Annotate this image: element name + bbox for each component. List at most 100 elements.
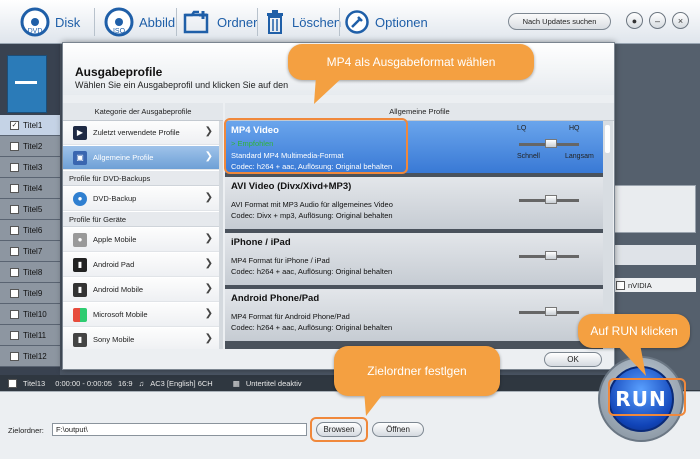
ok-button[interactable]: OK xyxy=(544,352,602,367)
callout-mp4: MP4 als Ausgabeformat wählen xyxy=(288,44,534,80)
category-column-header: Kategorie der Ausgabeprofile xyxy=(63,103,223,121)
category-sony-mobile[interactable]: ▮ Sony Mobile ❯ xyxy=(63,328,221,349)
subtitle-select[interactable]: Untertitel deaktiv xyxy=(246,379,302,388)
nvidia-label: nVIDIA xyxy=(628,280,652,290)
options-label: Optionen xyxy=(375,14,428,30)
open-button[interactable]: Öffnen xyxy=(372,422,424,437)
title-row-6[interactable]: Titel6 xyxy=(0,220,60,241)
category-dvd-backup[interactable]: ● DVD-Backup ❯ xyxy=(63,187,221,211)
toolbar-divider xyxy=(176,8,177,36)
toolbar-divider xyxy=(339,8,340,36)
output-folder-label: Zielordner: xyxy=(8,426,44,435)
folder-button[interactable]: Ordner xyxy=(182,6,257,38)
mp4-highlight xyxy=(224,118,408,174)
category-android-mobile[interactable]: ▮ Android Mobile ❯ xyxy=(63,278,221,302)
slider-handle[interactable] xyxy=(545,251,557,260)
audio-track-select[interactable]: AC3 [English] 6CH xyxy=(150,379,213,388)
checkbox[interactable] xyxy=(10,183,19,193)
play-icon: ▶ xyxy=(73,125,87,140)
disk-label: Disk xyxy=(55,14,81,30)
windows-icon xyxy=(73,307,87,322)
preview-dash xyxy=(15,81,37,84)
output-folder-input[interactable]: F:\output\ xyxy=(52,423,307,436)
checkbox[interactable] xyxy=(10,204,19,214)
phone-icon: ▮ xyxy=(73,282,87,297)
iso-label: Abbild xyxy=(139,14,176,30)
apple-icon: ● xyxy=(73,232,87,247)
slider-handle[interactable] xyxy=(545,307,557,316)
quality-slider[interactable] xyxy=(511,237,601,277)
toolbar-divider xyxy=(257,8,258,36)
callout-folder-pointer xyxy=(364,390,386,416)
tablet-icon: ▮ xyxy=(73,257,87,272)
checkbox[interactable] xyxy=(10,141,19,151)
trash-icon xyxy=(263,7,287,37)
checkbox[interactable] xyxy=(10,162,19,172)
title-row-3[interactable]: Titel3 xyxy=(0,157,60,178)
user-icon[interactable]: ● xyxy=(626,12,643,29)
nvidia-option[interactable]: nVIDIA xyxy=(612,278,696,292)
svg-text:ISO: ISO xyxy=(113,28,126,35)
dvd-disc-icon: DVD xyxy=(20,7,50,37)
profile-item-avi[interactable]: AVI Video (Divx/Xivd+MP3) AVI Format mit… xyxy=(225,177,603,231)
quality-slider[interactable] xyxy=(511,181,601,221)
settings-panel xyxy=(612,185,696,233)
slider-handle[interactable] xyxy=(545,139,557,148)
aspect-ratio: 16:9 xyxy=(117,378,133,388)
callout-run: Auf RUN klicken xyxy=(578,314,690,348)
checkbox[interactable] xyxy=(10,246,19,256)
dialog-subtitle: Wählen Sie ein Ausgabeprofil und klicken… xyxy=(75,80,289,90)
profile-item-android[interactable]: Android Phone/Pad MP4 Format für Android… xyxy=(225,289,603,343)
film-icon: ▣ xyxy=(73,150,87,165)
delete-button[interactable]: Löschen xyxy=(263,6,341,38)
checkbox[interactable] xyxy=(10,330,19,340)
category-general[interactable]: ▣ Allgemeine Profile ❯ xyxy=(63,146,221,170)
iso-button[interactable]: ISO Abbild xyxy=(104,6,175,38)
title-row-12[interactable]: Titel12 xyxy=(0,346,60,367)
profile-scrollbar-thumb[interactable] xyxy=(605,125,610,153)
options-button[interactable]: Optionen xyxy=(344,6,428,38)
callout-run-pointer xyxy=(616,344,646,376)
toolbar: DVD Disk ISO Abbild Ordner Löschen Optio… xyxy=(0,0,700,44)
svg-text:DVD: DVD xyxy=(28,28,43,35)
checkbox[interactable] xyxy=(10,288,19,298)
checkbox[interactable] xyxy=(8,378,17,388)
title-row-13-label: Titel13 xyxy=(23,378,46,388)
iso-disc-icon: ISO xyxy=(104,7,134,37)
section-devices: Profile für Geräte xyxy=(63,212,221,227)
category-apple-mobile[interactable]: ● Apple Mobile ❯ xyxy=(63,228,221,252)
toolbar-divider xyxy=(94,8,95,36)
category-android-pad[interactable]: ▮ Android Pad ❯ xyxy=(63,253,221,277)
minimize-icon[interactable]: – xyxy=(649,12,666,29)
dialog-title: Ausgabeprofile xyxy=(75,65,163,79)
quality-slider[interactable]: LQ HQ Schnell Langsam xyxy=(511,125,601,165)
title-row-10[interactable]: Titel10 xyxy=(0,304,60,325)
folder-add-icon xyxy=(182,7,212,37)
category-recent[interactable]: ▶ Zuletzt verwendete Profile ❯ xyxy=(63,121,221,145)
checkbox[interactable] xyxy=(10,225,19,235)
checkbox[interactable] xyxy=(10,267,19,277)
slider-handle[interactable] xyxy=(545,195,557,204)
close-icon[interactable]: × xyxy=(672,12,689,29)
category-scrollbar[interactable] xyxy=(219,121,223,349)
title-row-2[interactable]: Titel2 xyxy=(0,136,60,157)
title-row-4[interactable]: Titel4 xyxy=(0,178,60,199)
title-row-9[interactable]: Titel9 xyxy=(0,283,60,304)
checkbox[interactable] xyxy=(616,280,625,290)
title-row-5[interactable]: Titel5 xyxy=(0,199,60,220)
title-row-8[interactable]: Titel8 xyxy=(0,262,60,283)
category-microsoft-mobile[interactable]: Microsoft Mobile ❯ xyxy=(63,303,221,327)
time-range: 0:00:00 - 0:00:05 xyxy=(55,378,112,388)
title-row-11[interactable]: Titel11 xyxy=(0,325,60,346)
title-row-7[interactable]: Titel7 xyxy=(0,241,60,262)
checkbox[interactable] xyxy=(10,309,19,319)
disk-button[interactable]: DVD Disk xyxy=(20,6,80,38)
video-preview xyxy=(7,55,47,113)
callout-mp4-pointer xyxy=(314,76,344,104)
title-row-1[interactable]: ✓ Titel1 xyxy=(0,115,60,136)
checkbox[interactable] xyxy=(10,351,19,361)
profile-item-iphone[interactable]: iPhone / iPad MP4 Format für iPhone / iP… xyxy=(225,233,603,287)
check-updates-button[interactable]: Nach Updates suchen xyxy=(508,13,611,30)
chevron-right-icon: ❯ xyxy=(204,258,213,269)
checkbox-checked[interactable]: ✓ xyxy=(10,120,19,130)
